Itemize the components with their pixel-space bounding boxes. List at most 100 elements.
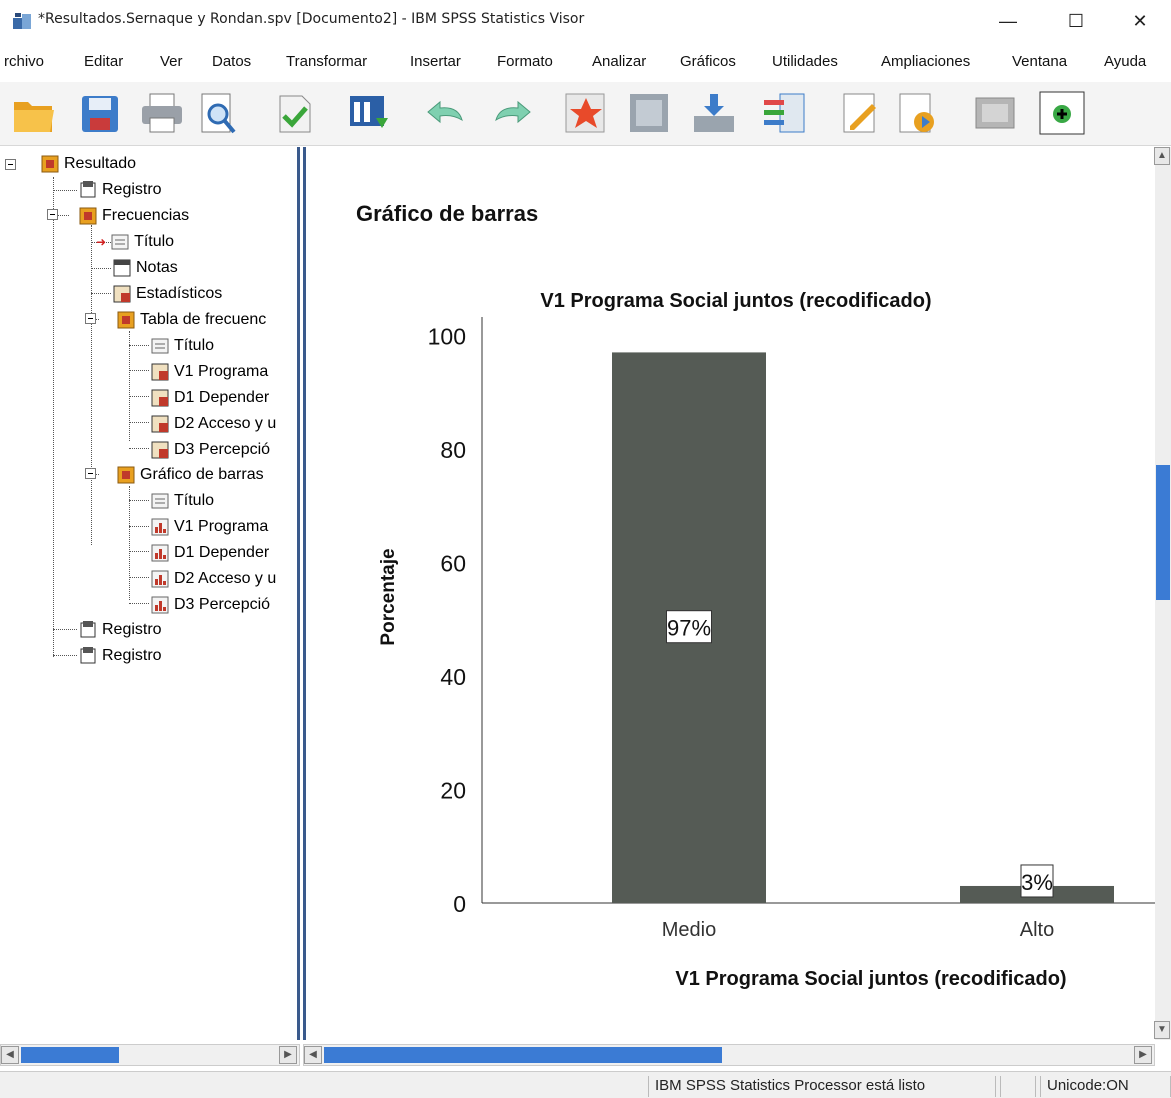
scroll-left-button[interactable]: ◀	[304, 1046, 322, 1064]
menu-ventana[interactable]: Ventana	[1012, 53, 1067, 70]
scroll-down-button[interactable]: ▼	[1154, 1021, 1170, 1039]
print-icon[interactable]	[138, 90, 186, 136]
tree-label: Título	[174, 492, 215, 509]
content-scroll-thumb[interactable]	[324, 1047, 722, 1063]
tree-item-estadisticos[interactable]: Estadísticos	[112, 281, 222, 307]
menu-transformar[interactable]: Transformar	[286, 53, 367, 70]
menu-analizar[interactable]: Analizar	[592, 53, 646, 70]
tree-label: Gráfico de barras	[140, 466, 264, 483]
menu-insertar[interactable]: Insertar	[410, 53, 461, 70]
title-icon	[111, 234, 129, 250]
tree-label: Frecuencias	[102, 207, 190, 224]
edit-icon[interactable]	[836, 90, 884, 136]
table-icon	[113, 285, 131, 303]
collapse-grafico-toggle[interactable]	[85, 468, 96, 479]
table-icon	[151, 441, 169, 459]
menu-datos[interactable]: Datos	[212, 53, 251, 70]
tree-label: D1 Depender	[174, 389, 270, 406]
tree-label: Registro	[102, 647, 162, 664]
tree-item-frecuencias[interactable]: Frecuencias	[78, 203, 189, 229]
tree-item-resultado[interactable]: Resultado	[40, 151, 136, 177]
tree-label: Título	[174, 337, 215, 354]
menu-ayuda[interactable]: Ayuda	[1104, 53, 1146, 70]
tree-item-notas[interactable]: Notas	[112, 255, 178, 281]
vertical-scroll-thumb[interactable]	[1156, 465, 1170, 600]
redo-icon[interactable]	[488, 90, 536, 136]
collapse-resultado-toggle[interactable]	[5, 159, 16, 170]
tree-item-table[interactable]: D2 Acceso y u	[150, 411, 276, 437]
collapse-frecuencias-toggle[interactable]	[47, 209, 58, 220]
notes-icon	[113, 259, 131, 277]
goto-case-icon[interactable]	[562, 90, 610, 136]
save-icon[interactable]	[76, 90, 124, 136]
output-book-icon	[41, 155, 59, 173]
designate-window-icon[interactable]	[972, 90, 1020, 136]
tree-item-table[interactable]: V1 Programa	[150, 359, 268, 385]
menu-archivo[interactable]: rchivo	[4, 53, 44, 70]
scroll-right-button[interactable]: ▶	[279, 1046, 297, 1064]
y-tick-label: 0	[453, 891, 466, 917]
bar-chart[interactable]: V1 Programa Social juntos (recodificado)…	[306, 147, 1155, 1040]
unicode-status: Unicode:ON	[1040, 1076, 1171, 1097]
tree-item-titulo[interactable]: ➜ Título	[96, 229, 174, 255]
show-icon[interactable]	[892, 90, 940, 136]
log-icon	[80, 647, 96, 664]
outline-scroll-thumb[interactable]	[21, 1047, 119, 1063]
print-preview-icon[interactable]	[194, 90, 242, 136]
tree-item-tabla-frecuencias[interactable]: Tabla de frecuenc	[116, 307, 266, 333]
tree-label: Registro	[102, 621, 162, 638]
toolbar	[0, 82, 1171, 146]
select-icon[interactable]	[760, 90, 808, 136]
tree-item-chart[interactable]: D3 Percepció	[150, 592, 270, 618]
menu-ampliaciones[interactable]: Ampliaciones	[881, 53, 970, 70]
tree-item-grafico-barras[interactable]: Gráfico de barras	[116, 462, 264, 488]
tree-item-table[interactable]: D3 Percepció	[150, 437, 270, 463]
export-icon[interactable]	[270, 90, 318, 136]
menu-ver[interactable]: Ver	[160, 53, 183, 70]
menu-formato[interactable]: Formato	[497, 53, 553, 70]
insert-icon[interactable]	[690, 90, 738, 136]
goto-variable-icon[interactable]	[626, 90, 674, 136]
tree-item-titulo[interactable]: Título	[150, 488, 214, 514]
tree-label: Registro	[102, 181, 162, 198]
menu-graficos[interactable]: Gráficos	[680, 53, 736, 70]
tree-item-chart[interactable]: D2 Acceso y u	[150, 566, 276, 592]
tree-item-registro[interactable]: Registro	[78, 177, 162, 203]
content-horizontal-scrollbar[interactable]: ◀ ▶	[303, 1044, 1155, 1066]
open-folder-icon[interactable]	[10, 90, 58, 136]
title-icon	[151, 338, 169, 354]
tree-item-titulo[interactable]: Título	[150, 333, 214, 359]
chart-icon	[151, 544, 169, 562]
tree-item-chart[interactable]: V1 Programa	[150, 514, 268, 540]
menu-utilidades[interactable]: Utilidades	[772, 53, 838, 70]
content-vertical-scrollbar[interactable]: ▲ ▼	[1154, 147, 1171, 1040]
title-bar: *Resultados.Sernaque y Rondan.spv [Docum…	[0, 0, 1171, 44]
log-icon	[80, 181, 96, 198]
tree-item-chart[interactable]: D1 Depender	[150, 540, 269, 566]
tree-item-table[interactable]: D1 Depender	[150, 385, 269, 411]
maximize-button[interactable]: ☐	[1054, 4, 1098, 38]
minimize-button[interactable]: —	[986, 4, 1030, 38]
scroll-left-button[interactable]: ◀	[1, 1046, 19, 1064]
processor-status: IBM SPSS Statistics Processor está listo	[648, 1076, 996, 1097]
scroll-right-button[interactable]: ▶	[1134, 1046, 1152, 1064]
current-item-arrow-icon: ➜	[96, 235, 107, 249]
y-axis-label: Porcentaje	[378, 548, 399, 645]
chart-icon	[151, 596, 169, 614]
tree-item-registro[interactable]: Registro	[78, 643, 162, 669]
x-axis-label: V1 Programa Social juntos (recodificado)	[675, 968, 1066, 990]
tree-item-registro[interactable]: Registro	[78, 617, 162, 643]
tree-label: Notas	[136, 259, 178, 276]
output-book-icon	[79, 207, 97, 225]
scroll-up-button[interactable]: ▲	[1154, 147, 1170, 165]
undo-icon[interactable]	[422, 90, 470, 136]
menu-editar[interactable]: Editar	[84, 53, 123, 70]
collapse-tabla-toggle[interactable]	[85, 313, 96, 324]
output-book-icon	[117, 311, 135, 329]
close-button[interactable]: ✕	[1118, 4, 1162, 38]
tree-label: Resultado	[64, 155, 137, 172]
tree-label: Tabla de frecuenc	[140, 311, 267, 328]
recall-dialog-icon[interactable]	[346, 90, 394, 136]
outline-horizontal-scrollbar[interactable]: ◀ ▶	[0, 1044, 300, 1066]
add-icon[interactable]	[1038, 90, 1086, 136]
